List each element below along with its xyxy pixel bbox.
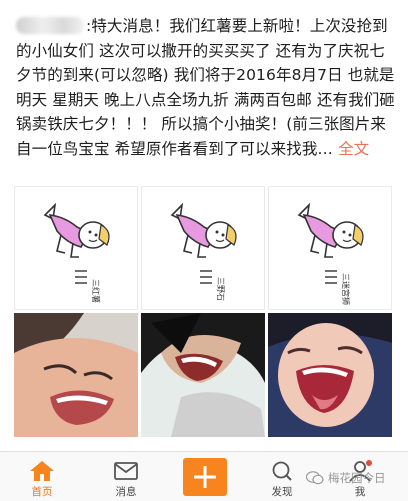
compose-button[interactable] [183, 458, 227, 496]
cartoon-figure-image: 三红薯 [43, 202, 110, 303]
image-thumbnail-5[interactable] [141, 313, 265, 437]
laughing-face-photo [268, 313, 392, 437]
image-thumbnail-2[interactable]: 三野石 [141, 186, 265, 310]
tab-discover-label: 发现 [271, 486, 293, 498]
image-grid: 三红薯 三野石 三迷宫狮 [14, 186, 392, 444]
tab-messages-label: 消息 [115, 486, 137, 498]
envelope-icon [114, 462, 138, 480]
weibo-post: :特大消息！我们红薯要上新啦！上次没抢到的小仙女们 这次可以撒开的买买买了 还有… [0, 0, 408, 448]
cartoon-figure-image: 三野石 [170, 202, 237, 301]
cartoon-caption-1: 三红薯 [91, 279, 101, 303]
tab-home-label: 首页 [31, 486, 53, 498]
tab-discover[interactable]: 发现 [252, 452, 312, 501]
image-thumbnail-4[interactable] [14, 313, 138, 437]
image-thumbnail-3[interactable]: 三迷宫狮 [268, 186, 392, 310]
image-thumbnail-6[interactable] [268, 313, 392, 437]
cartoon-figure-image: 三迷宫狮 [297, 202, 364, 305]
blurred-author-name [16, 17, 84, 34]
notification-dot [366, 460, 372, 466]
tab-home[interactable]: 首页 [12, 452, 72, 501]
post-body-text: :特大消息！我们红薯要上新啦！上次没抢到的小仙女们 这次可以撒开的买买买了 还有… [16, 17, 395, 158]
plus-icon [194, 466, 216, 488]
full-text-link[interactable]: 全文 [338, 140, 369, 158]
cartoon-caption-3: 三迷宫狮 [341, 273, 351, 305]
post-body: :特大消息！我们红薯要上新啦！上次没抢到的小仙女们 这次可以撒开的买买买了 还有… [16, 14, 400, 162]
home-icon [30, 461, 54, 481]
image-thumbnail-1[interactable]: 三红薯 [14, 186, 138, 310]
search-icon [272, 461, 292, 481]
wechat-logo-icon [306, 471, 324, 485]
watermark-text: 梅花园今日 [328, 471, 386, 485]
laughing-face-photo [14, 313, 138, 437]
laughing-face-photo [141, 313, 265, 437]
cartoon-caption-2: 三野石 [216, 277, 225, 301]
tab-messages[interactable]: 消息 [96, 452, 156, 501]
tab-profile-label: 我 [354, 486, 366, 498]
